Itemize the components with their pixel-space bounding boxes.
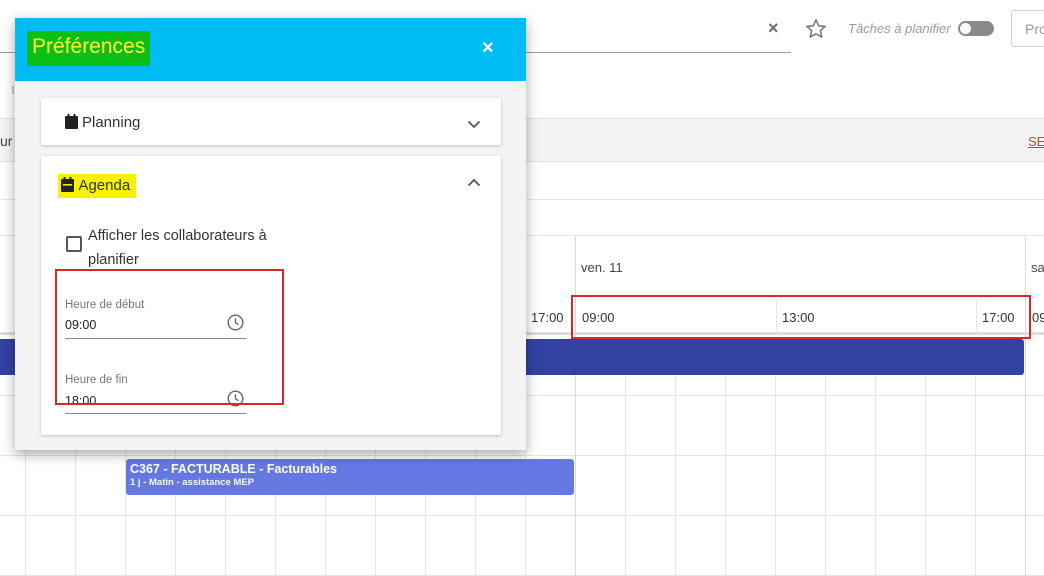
preferences-dialog: Préférences × Planning Agenda Afficher l…	[15, 18, 526, 450]
hour-grid-line	[825, 376, 826, 576]
hour-grid-line	[875, 376, 876, 576]
divider-mark	[12, 86, 14, 94]
agenda-section: Agenda Afficher les collaborateurs à pla…	[41, 156, 501, 435]
tasks-to-plan-label: Tâches à planifier	[848, 21, 951, 36]
annotation-time-range-box	[571, 295, 1031, 339]
time-label: 09	[1032, 310, 1044, 325]
grid-line	[0, 455, 1044, 456]
day-separator	[575, 236, 576, 576]
day-separator	[1025, 236, 1026, 576]
hour-grid-line	[625, 376, 626, 576]
hour-grid-line	[675, 376, 676, 576]
hour-grid-line	[975, 376, 976, 576]
show-collaborators-checkbox[interactable]	[66, 236, 82, 252]
day-header-fri[interactable]: ven. 11	[581, 260, 623, 275]
star-icon[interactable]	[804, 17, 828, 41]
annotation-time-fields-box	[55, 269, 284, 405]
calendar-icon	[61, 177, 74, 192]
dialog-header: Préférences ×	[15, 18, 526, 81]
band-right-link[interactable]: SE	[1028, 134, 1044, 149]
day-header-sat[interactable]: sa	[1031, 260, 1044, 275]
hour-grid-line	[925, 376, 926, 576]
show-collaborators-label[interactable]: Afficher les collaborateurs à planifier	[88, 224, 308, 272]
agenda-header[interactable]: Agenda	[58, 174, 137, 198]
event-bar[interactable]: C367 - FACTURABLE - Facturables 1 j - Ma…	[126, 459, 574, 495]
clear-search-icon[interactable]: ×	[768, 18, 779, 39]
close-icon[interactable]: ×	[482, 37, 502, 59]
chevron-up-icon[interactable]	[467, 178, 481, 187]
calendar-icon	[65, 114, 78, 129]
planning-section[interactable]: Planning	[41, 98, 501, 145]
agenda-label: Agenda	[78, 177, 131, 194]
toggle-knob	[960, 23, 971, 34]
chevron-down-icon[interactable]	[467, 120, 481, 129]
grid-line	[0, 515, 1044, 516]
hour-grid-line	[725, 376, 726, 576]
event-title: C367 - FACTURABLE - Facturables	[130, 462, 337, 476]
time-label: 17:00	[531, 310, 564, 325]
hour-grid-line	[775, 376, 776, 576]
event-subtitle: 1 j - Matin - assistance MEP	[130, 477, 255, 488]
planning-label: Planning	[82, 114, 141, 131]
dialog-title: Préférences	[27, 31, 151, 66]
action-button[interactable]: Pro	[1011, 10, 1044, 47]
end-time-input[interactable]	[65, 413, 246, 414]
band-left-text: ur	[0, 133, 13, 149]
